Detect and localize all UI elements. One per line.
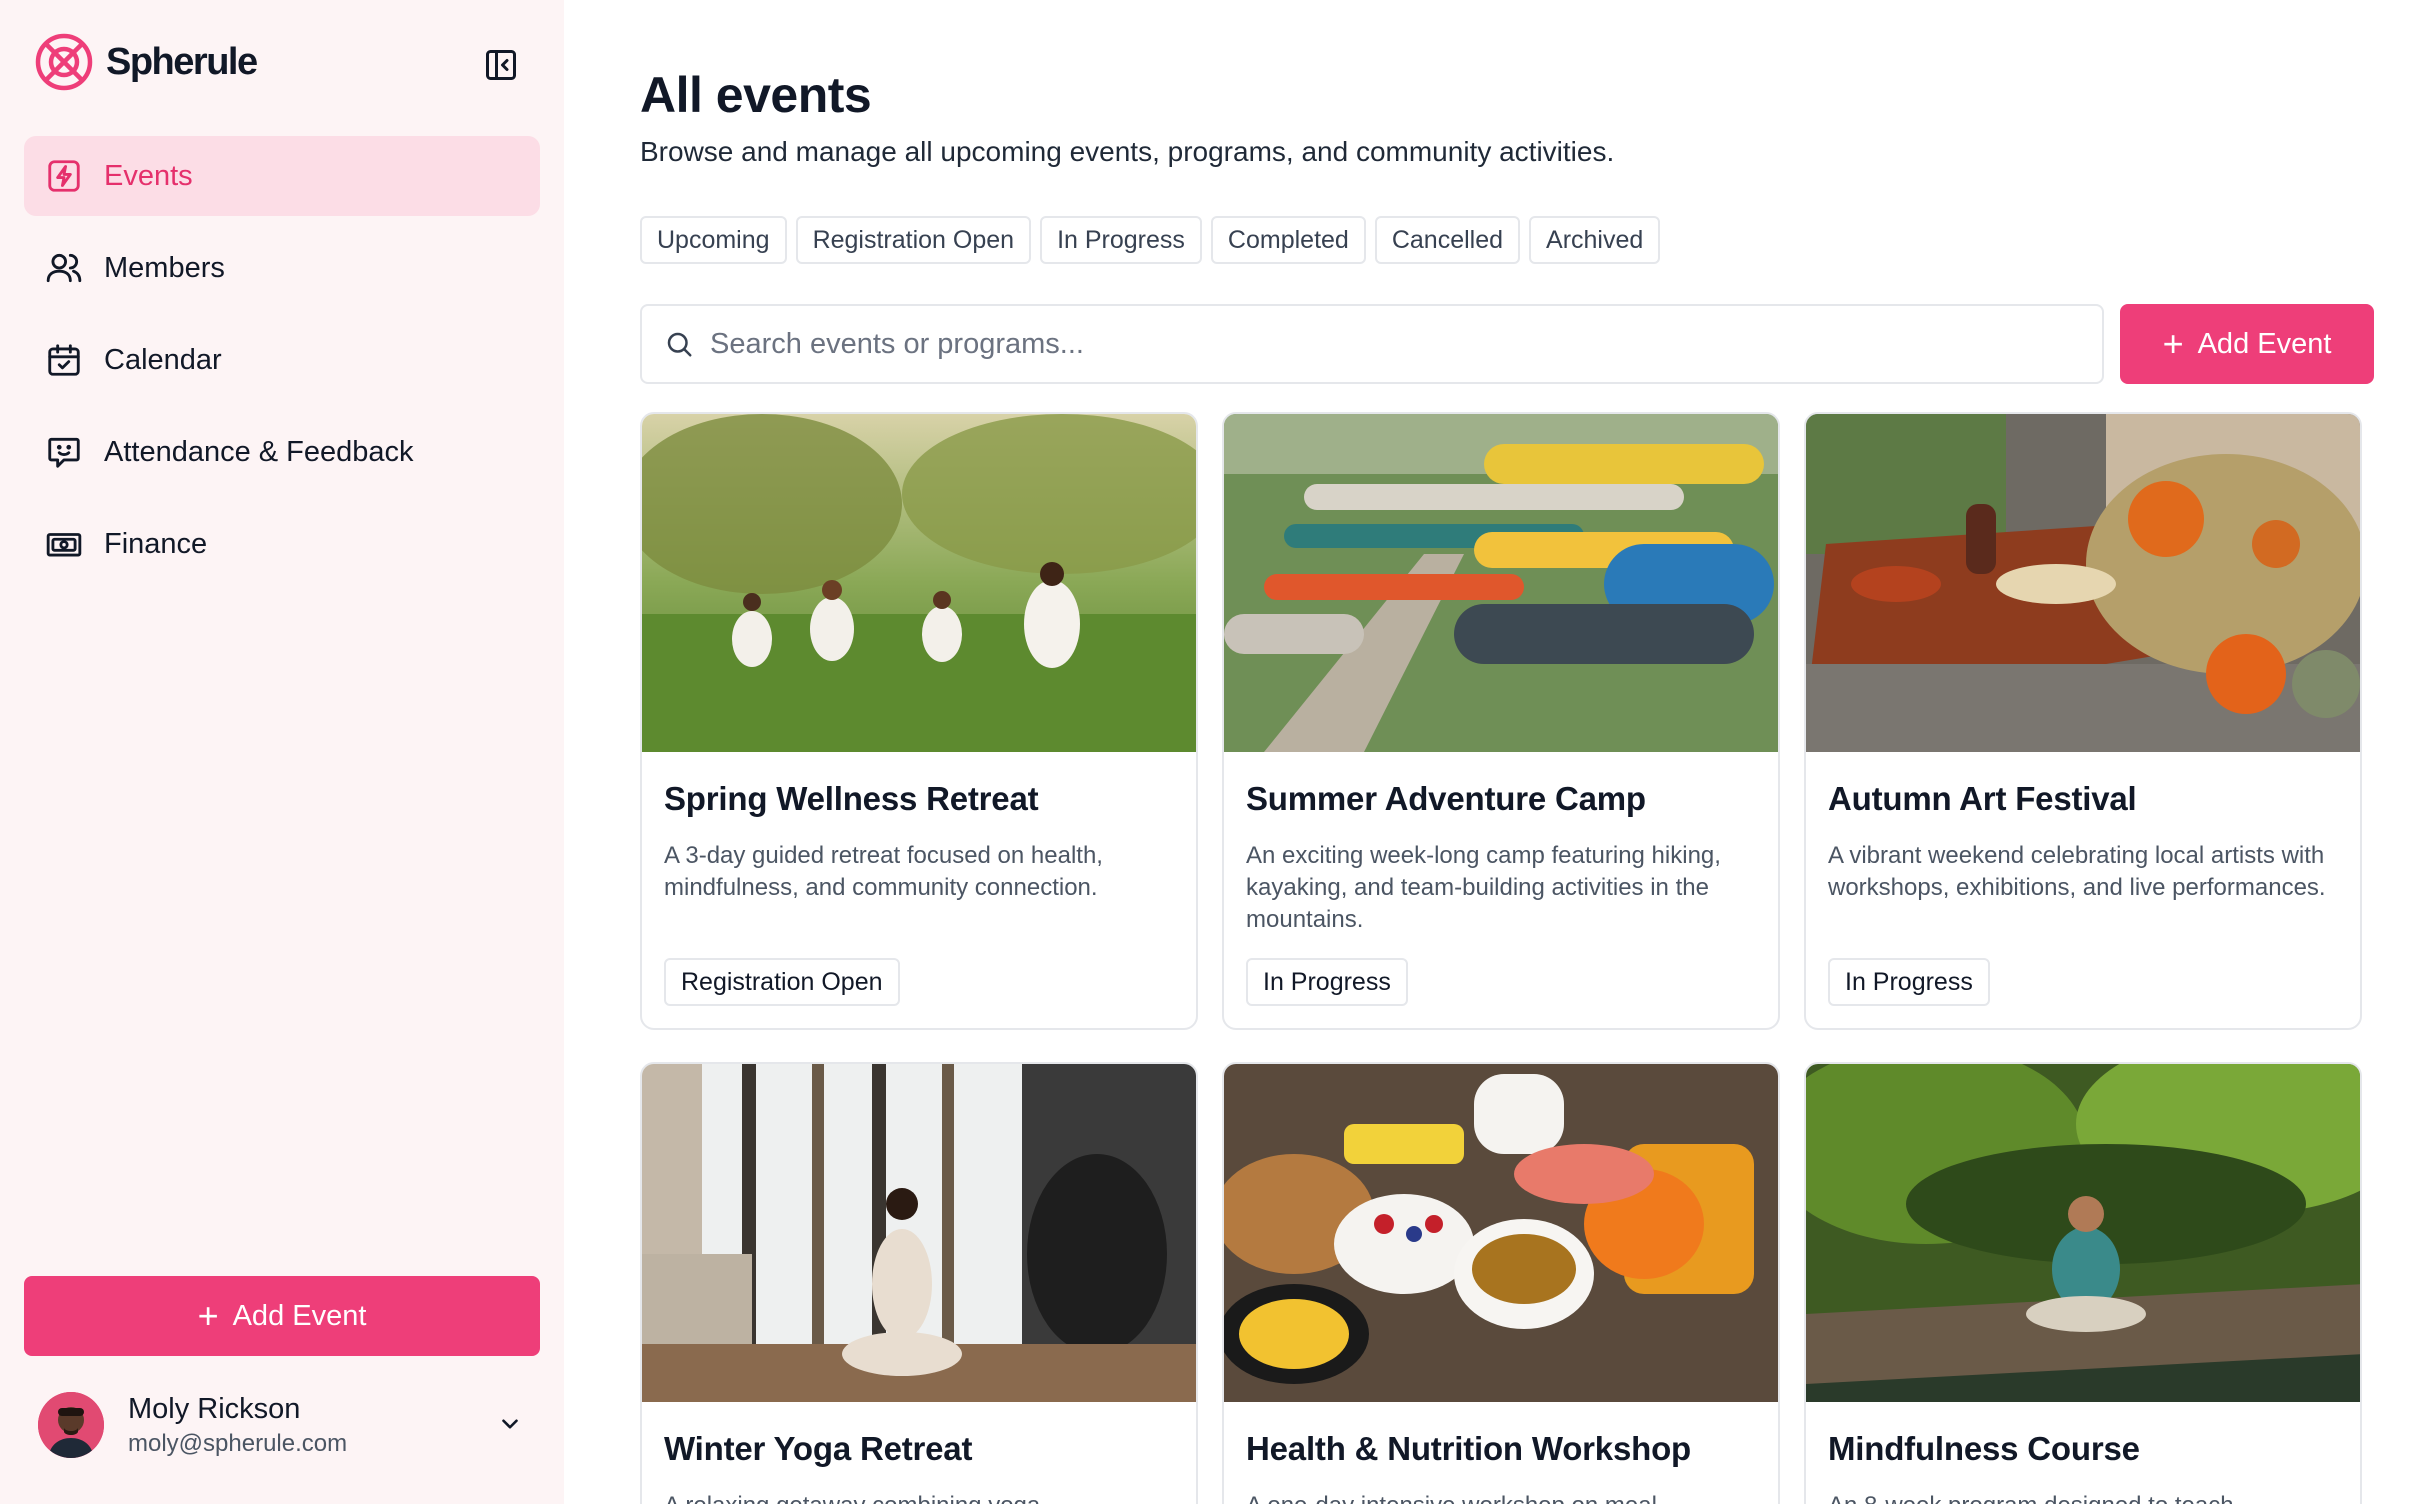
user-name: Moly Rickson: [128, 1392, 301, 1425]
event-title: Autumn Art Festival: [1828, 780, 2137, 817]
event-title: Health & Nutrition Workshop: [1246, 1430, 1691, 1467]
plus-icon: +: [2162, 323, 2184, 364]
event-title: Mindfulness Course: [1828, 1430, 2140, 1467]
status-badge: In Progress: [1828, 958, 1990, 1006]
sidebar-item-label: Attendance & Feedback: [104, 435, 414, 468]
lightning-icon: [44, 156, 84, 196]
sidebar-collapse-icon: [486, 50, 516, 80]
user-email: moly@spherule.com: [128, 1429, 348, 1457]
sidebar-item-finance[interactable]: Finance: [24, 504, 540, 584]
status-badge: Registration Open: [664, 958, 900, 1006]
event-title: Summer Adventure Camp: [1246, 780, 1646, 817]
user-menu[interactable]: Moly Rickson moly@spherule.com: [38, 1390, 528, 1460]
search-input[interactable]: [710, 327, 2090, 361]
chat-smile-icon: [44, 432, 84, 472]
page-title: All events: [640, 67, 872, 123]
sidebar-item-label: Finance: [104, 527, 208, 560]
sidebar-item-label: Members: [104, 251, 225, 284]
sidebar-item-label: Events: [104, 159, 193, 192]
calendar-check-icon: [44, 340, 84, 380]
event-card-summer-adventure[interactable]: Summer Adventure Camp An exciting week-l…: [1222, 412, 1780, 1030]
brand-name: Spherule: [106, 40, 258, 83]
event-card-health-nutrition[interactable]: Health & Nutrition Workshop A one-day in…: [1222, 1062, 1780, 1504]
event-image-kayaks: [1224, 414, 1778, 752]
event-card-winter-yoga[interactable]: Winter Yoga Retreat A relaxing getaway c…: [640, 1062, 1198, 1504]
money-icon: [44, 524, 84, 564]
event-description: A vibrant weekend celebrating local arti…: [1828, 842, 2326, 901]
sidebar-item-calendar[interactable]: Calendar: [24, 320, 540, 400]
event-description: A relaxing getaway combining yoga: [664, 1490, 1174, 1504]
event-image-yoga-room: [642, 1064, 1196, 1402]
status-filters: Upcoming Registration Open In Progress C…: [640, 216, 1661, 264]
filter-cancelled[interactable]: Cancelled: [1374, 216, 1521, 264]
plus-icon: +: [197, 1295, 219, 1336]
filter-completed[interactable]: Completed: [1210, 216, 1366, 264]
event-description: An 8-week program designed to teach: [1828, 1490, 2338, 1504]
avatar: [38, 1392, 104, 1458]
search-bar: [640, 304, 2104, 384]
event-title: Winter Yoga Retreat: [664, 1430, 973, 1467]
filter-archived[interactable]: Archived: [1529, 216, 1661, 264]
filter-registration-open[interactable]: Registration Open: [795, 216, 1032, 264]
sidebar-item-members[interactable]: Members: [24, 228, 540, 308]
chevron-down-icon[interactable]: [492, 1406, 528, 1442]
event-description: An exciting week-long camp featuring hik…: [1246, 842, 1721, 933]
brand[interactable]: Spherule: [34, 32, 258, 92]
sidebar-add-event-label: Add Event: [232, 1299, 367, 1332]
filter-in-progress[interactable]: In Progress: [1040, 216, 1202, 264]
event-image-breakfast: [1224, 1064, 1778, 1402]
sidebar-item-label: Calendar: [104, 343, 222, 376]
users-icon: [44, 248, 84, 288]
event-title: Spring Wellness Retreat: [664, 780, 1039, 817]
sidebar-nav: Events Members Calendar Attendance & Fee…: [24, 136, 540, 596]
sidebar-item-events[interactable]: Events: [24, 136, 540, 216]
page-subtitle: Browse and manage all upcoming events, p…: [640, 136, 1615, 167]
filter-upcoming[interactable]: Upcoming: [640, 216, 787, 264]
sidebar-item-attendance-feedback[interactable]: Attendance & Feedback: [24, 412, 540, 492]
status-badge: In Progress: [1246, 958, 1408, 1006]
event-image-meditation-forest: [1806, 1064, 2360, 1402]
event-card-mindfulness[interactable]: Mindfulness Course An 8-week program des…: [1804, 1062, 2362, 1504]
spherule-logo-icon: [35, 33, 93, 91]
event-image-wellness-retreat: [642, 414, 1196, 752]
search-icon: [667, 332, 692, 357]
event-description: A one-day intensive workshop on meal: [1246, 1490, 1756, 1504]
event-description: A 3-day guided retreat focused on health…: [664, 842, 1103, 901]
collapse-sidebar-button[interactable]: [482, 46, 520, 84]
event-card-spring-wellness[interactable]: Spring Wellness Retreat A 3-day guided r…: [640, 412, 1198, 1030]
event-image-autumn-table: [1806, 414, 2360, 752]
sidebar-add-event-button[interactable]: + Add Event: [24, 1276, 540, 1356]
sidebar: Spherule Events Members Calendar Attenda…: [0, 0, 564, 1504]
add-event-button[interactable]: + Add Event: [2120, 304, 2374, 384]
event-card-autumn-art[interactable]: Autumn Art Festival A vibrant weekend ce…: [1804, 412, 2362, 1030]
add-event-label: Add Event: [2197, 327, 2332, 360]
